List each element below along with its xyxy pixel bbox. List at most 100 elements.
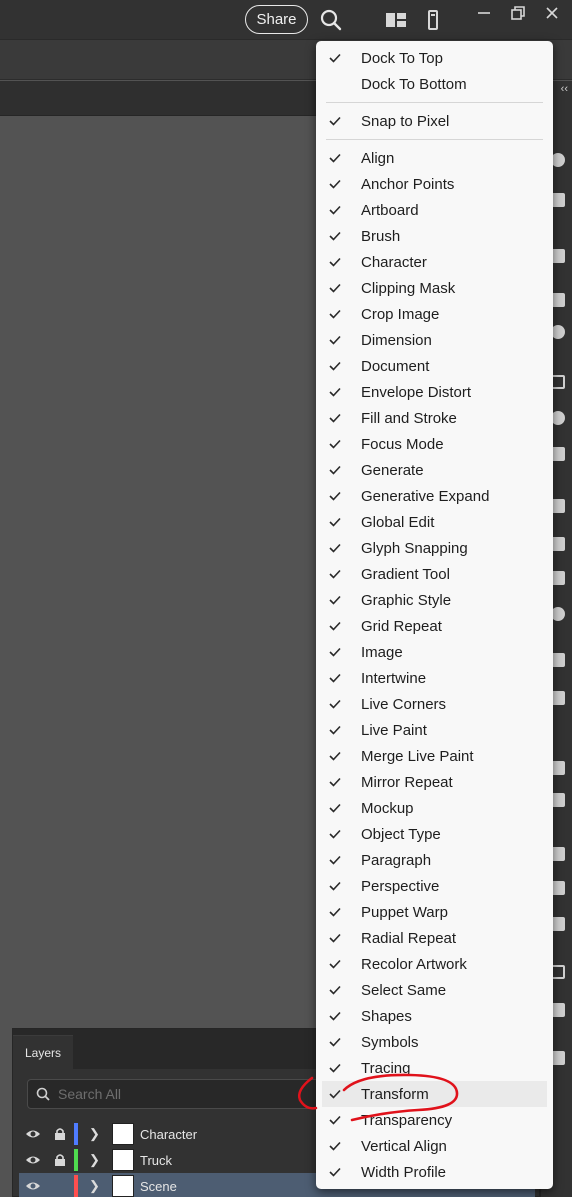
clipboard-icon[interactable] (551, 1003, 565, 1017)
chevron-right-icon[interactable]: ❯ (89, 1178, 100, 1194)
lock-icon[interactable] (53, 1127, 67, 1141)
menu-item-object-type[interactable]: Object Type (316, 821, 553, 847)
menu-item-anchor-points[interactable]: Anchor Points (316, 171, 553, 197)
properties-icon[interactable] (423, 8, 447, 32)
layers-search-input[interactable] (58, 1086, 298, 1102)
menu-item-focus-mode[interactable]: Focus Mode (316, 431, 553, 457)
menu-item-glyph-snapping[interactable]: Glyph Snapping (316, 535, 553, 561)
checkmark-icon (328, 411, 342, 425)
menu-item-transparency[interactable]: Transparency (316, 1107, 553, 1133)
opentype-icon[interactable] (551, 793, 565, 807)
chevron-right-icon[interactable]: ❯ (89, 1152, 100, 1168)
menu-item-label: Gradient Tool (361, 565, 450, 583)
links-icon[interactable] (551, 847, 565, 861)
menu-item-symbols[interactable]: Symbols (316, 1029, 553, 1055)
menu-item-puppet-warp[interactable]: Puppet Warp (316, 899, 553, 925)
menu-item-artboard[interactable]: Artboard (316, 197, 553, 223)
arrange-documents-icon[interactable] (384, 8, 408, 32)
collapse-panel-icon[interactable]: ‹‹ (561, 83, 568, 95)
menu-item-vertical-align[interactable]: Vertical Align (316, 1133, 553, 1159)
menu-item-crop-image[interactable]: Crop Image (316, 301, 553, 327)
transform-icon[interactable] (551, 571, 565, 585)
minimize-icon[interactable] (468, 0, 500, 26)
menu-item-paragraph[interactable]: Paragraph (316, 847, 553, 873)
menu-item-label: Transparency (361, 1111, 453, 1129)
layers-search-box[interactable] (27, 1079, 327, 1109)
layer-name: Character (140, 1126, 198, 1142)
gradient-icon[interactable] (551, 193, 565, 207)
menu-item-dock-to-bottom[interactable]: Dock To Bottom (316, 71, 553, 97)
checkmark-icon (328, 359, 342, 373)
menu-item-label: Dock To Top (361, 49, 443, 67)
character-icon[interactable] (551, 761, 565, 775)
menu-item-select-same[interactable]: Select Same (316, 977, 553, 1003)
menu-item-snap-to-pixel[interactable]: Snap to Pixel (316, 108, 553, 134)
menu-item-perspective[interactable]: Perspective (316, 873, 553, 899)
play-icon[interactable] (551, 1051, 565, 1065)
search-icon[interactable] (319, 8, 343, 32)
checkmark-icon (328, 567, 342, 581)
appearance-icon[interactable] (551, 411, 565, 425)
tab-layers[interactable]: Layers (13, 1035, 73, 1069)
menu-separator (326, 102, 543, 103)
menu-item-gradient-tool[interactable]: Gradient Tool (316, 561, 553, 587)
menu-item-graphic-style[interactable]: Graphic Style (316, 587, 553, 613)
menu-item-radial-repeat[interactable]: Radial Repeat (316, 925, 553, 951)
menu-item-document[interactable]: Document (316, 353, 553, 379)
color-wheel-icon[interactable] (551, 153, 565, 167)
menu-item-generative-expand[interactable]: Generative Expand (316, 483, 553, 509)
menu-item-transform[interactable]: Transform (322, 1081, 547, 1107)
menu-item-intertwine[interactable]: Intertwine (316, 665, 553, 691)
menu-item-width-profile[interactable]: Width Profile (316, 1159, 553, 1185)
menu-item-dock-to-top[interactable]: Dock To Top (316, 45, 553, 71)
libraries-icon[interactable] (551, 965, 565, 979)
pathfinder-icon[interactable] (551, 537, 565, 551)
checkmark-icon (328, 307, 342, 321)
checkmark-icon (328, 385, 342, 399)
menu-item-dimension[interactable]: Dimension (316, 327, 553, 353)
symbols-icon[interactable] (551, 325, 565, 339)
menu-item-shapes[interactable]: Shapes (316, 1003, 553, 1029)
checkmark-icon (328, 645, 342, 659)
menu-item-image[interactable]: Image (316, 639, 553, 665)
brush-tool-icon[interactable] (551, 293, 565, 307)
menu-item-envelope-distort[interactable]: Envelope Distort (316, 379, 553, 405)
menu-item-clipping-mask[interactable]: Clipping Mask (316, 275, 553, 301)
menu-item-live-paint[interactable]: Live Paint (316, 717, 553, 743)
menu-item-character[interactable]: Character (316, 249, 553, 275)
menu-item-generate[interactable]: Generate (316, 457, 553, 483)
menu-item-align[interactable]: Align (316, 145, 553, 171)
checkmark-icon (328, 114, 342, 128)
menu-item-fill-and-stroke[interactable]: Fill and Stroke (316, 405, 553, 431)
menu-item-merge-live-paint[interactable]: Merge Live Paint (316, 743, 553, 769)
menu-item-tracing[interactable]: Tracing (316, 1055, 553, 1081)
actions-icon[interactable] (551, 881, 565, 895)
share-button[interactable]: Share (245, 5, 308, 34)
align-icon[interactable] (551, 499, 565, 513)
asset-export-icon[interactable] (551, 917, 565, 931)
menu-item-mirror-repeat[interactable]: Mirror Repeat (316, 769, 553, 795)
eye-icon[interactable] (25, 1126, 41, 1142)
menu-item-brush[interactable]: Brush (316, 223, 553, 249)
menu-item-global-edit[interactable]: Global Edit (316, 509, 553, 535)
menu-item-live-corners[interactable]: Live Corners (316, 691, 553, 717)
navigator-icon[interactable] (551, 607, 565, 621)
paragraph-icon[interactable] (551, 653, 565, 667)
menu-item-label: Global Edit (361, 513, 435, 531)
layer-color-bar (74, 1123, 78, 1145)
menu-item-mockup[interactable]: Mockup (316, 795, 553, 821)
glyphs-icon[interactable] (551, 691, 565, 705)
restore-icon[interactable] (502, 0, 534, 26)
stroke-icon[interactable] (551, 249, 565, 263)
checkmark-icon (328, 281, 342, 295)
transparency-icon[interactable] (551, 447, 565, 461)
lock-icon[interactable] (53, 1153, 67, 1167)
chevron-right-icon[interactable]: ❯ (89, 1126, 100, 1142)
close-icon[interactable] (536, 0, 568, 26)
artboard-icon[interactable] (551, 375, 565, 389)
menu-item-grid-repeat[interactable]: Grid Repeat (316, 613, 553, 639)
menu-item-recolor-artwork[interactable]: Recolor Artwork (316, 951, 553, 977)
eye-icon[interactable] (25, 1152, 41, 1168)
layer-thumbnail (112, 1149, 134, 1171)
eye-icon[interactable] (25, 1178, 41, 1194)
